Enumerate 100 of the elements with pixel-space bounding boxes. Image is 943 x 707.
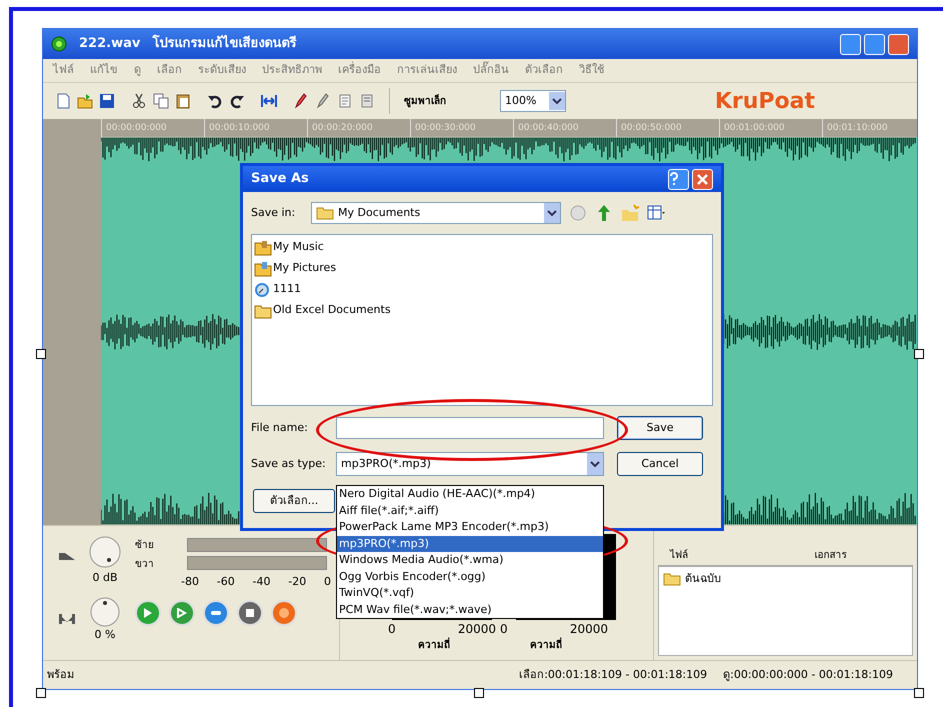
column-header[interactable]: ไฟล์: [658, 548, 748, 565]
file-item[interactable]: My Pictures: [273, 260, 336, 277]
menu-item[interactable]: ประสิทธิภาพ: [260, 62, 324, 79]
window-file-name: 222.wav: [79, 35, 140, 54]
meter-scale-label: -40: [252, 574, 270, 590]
status-view: ดู:00:00:00:000 - 00:01:18:109: [723, 666, 893, 683]
clipboard-icon: [175, 93, 191, 109]
channel-label: ซ้าย: [135, 538, 155, 553]
meter-scale-label: -80: [181, 574, 199, 590]
file-type-option[interactable]: mp3PRO(*.mp3): [337, 536, 603, 552]
file-item[interactable]: My Music: [273, 239, 324, 256]
menu-item[interactable]: เลือก: [155, 62, 184, 79]
channel-label: ขวา: [135, 558, 155, 572]
record-icon: [279, 608, 289, 618]
loop-icon: [211, 610, 221, 615]
folder-icon: [663, 572, 681, 586]
new-folder-icon: [621, 204, 639, 222]
question-mark-icon: [669, 172, 679, 186]
logo-text: KruPoat: [714, 88, 815, 116]
menu-item[interactable]: ไฟล์: [51, 62, 76, 79]
resize-handle[interactable]: [36, 349, 46, 359]
copy-icon: [153, 93, 169, 109]
folder-icon: [254, 302, 272, 318]
menu-item[interactable]: ระดับเสียง: [196, 62, 248, 79]
folder-icon: [254, 240, 272, 256]
scissors-icon: [131, 93, 147, 109]
menu-item[interactable]: แก้ไข: [88, 62, 120, 79]
stop-button[interactable]: [237, 600, 263, 626]
page-icon: [337, 93, 353, 109]
menu-item[interactable]: เครื่องมือ: [336, 62, 383, 79]
file-item[interactable]: 1111: [273, 281, 301, 298]
shortcut-icon: [254, 282, 272, 298]
close-button[interactable]: [888, 34, 909, 54]
document-icon: [55, 93, 71, 109]
file-type-option[interactable]: TwinVQ(*.vqf): [337, 585, 603, 602]
file-name-field[interactable]: [336, 417, 604, 439]
record-button[interactable]: [271, 600, 297, 626]
page-icon: [359, 93, 375, 109]
zoom-label: ซูมพาเล็ก: [404, 94, 447, 108]
file-type-option[interactable]: Windows Media Audio(*.wma): [337, 552, 603, 568]
gain-value: 0 dB: [92, 570, 118, 586]
file-type-dropdown[interactable]: mp3PRO(*.mp3): [336, 452, 604, 476]
resize-handle[interactable]: [474, 688, 484, 698]
meter-scale-label: 0: [324, 574, 331, 590]
save-in-label: Save in:: [251, 204, 296, 221]
menu-item[interactable]: วิธีใช้: [577, 62, 606, 79]
help-button[interactable]: [668, 168, 689, 190]
play-icon: [177, 608, 187, 618]
frequency-axis-label: ความถี่: [418, 638, 450, 653]
knob-icon: [87, 534, 123, 570]
status-text: พร้อม: [47, 666, 74, 683]
zoom-dropdown[interactable]: 100%: [500, 90, 566, 112]
frequency-tick: 20000: [456, 621, 496, 638]
close-button[interactable]: [692, 168, 713, 190]
options-button[interactable]: ตัวเลือก...: [253, 489, 335, 513]
dialog-title: Save As: [251, 170, 309, 188]
up-arrow-icon: [595, 204, 613, 222]
resize-handle[interactable]: [36, 688, 46, 698]
window-title: โปรแกรมแก้ไขเสียงดนตรี: [152, 34, 296, 54]
menu-item[interactable]: การเล่นเสียง: [395, 62, 459, 79]
resize-handle[interactable]: [914, 688, 924, 698]
file-item[interactable]: ต้นฉบับ: [685, 571, 721, 588]
resize-handle[interactable]: [914, 349, 924, 359]
cancel-button[interactable]: Cancel: [617, 452, 703, 476]
folder-icon: [77, 93, 93, 109]
file-item[interactable]: Old Excel Documents: [273, 302, 391, 319]
menu-item[interactable]: ตัวเลือก: [523, 62, 565, 79]
frequency-tick: 0: [388, 621, 397, 638]
loop-button[interactable]: [203, 600, 229, 626]
file-type-option[interactable]: PowerPack Lame MP3 Encoder(*.mp3): [337, 519, 603, 536]
meter-scale-label: -20: [288, 574, 306, 590]
redo-icon: [229, 93, 245, 109]
view-menu-icon: [647, 204, 665, 222]
arrows-icon: [261, 93, 277, 109]
field-label: Save as type:: [251, 456, 327, 472]
play-selection-button[interactable]: [169, 600, 195, 626]
file-type-option[interactable]: Nero Digital Audio (HE-AAC)(*.mp4): [337, 486, 603, 502]
speed-value: 0 %: [94, 626, 116, 642]
menu-item[interactable]: ปลั๊กอิน: [471, 62, 511, 79]
file-type-option[interactable]: Aiff file(*.aif;*.aiff): [337, 502, 603, 519]
meter-scale-label: -60: [216, 574, 235, 590]
save-in-dropdown[interactable]: My Documents: [311, 202, 561, 224]
pen-icon: [315, 93, 331, 109]
save-button[interactable]: Save: [617, 416, 703, 440]
volume-icon: [59, 550, 75, 560]
minimize-button[interactable]: [840, 34, 861, 54]
speed-icon: [59, 614, 75, 624]
back-icon: [569, 204, 587, 222]
frequency-tick: 20000: [568, 621, 608, 638]
close-icon: [697, 174, 708, 184]
frequency-axis-label: ความถี่: [530, 638, 562, 653]
file-type-option[interactable]: Ogg Vorbis Encoder(*.ogg): [337, 568, 603, 585]
stop-icon: [246, 608, 254, 617]
play-button[interactable]: [135, 600, 161, 626]
file-type-option[interactable]: PCM Wav file(*.wav;*.wave): [337, 602, 603, 618]
frequency-tick: 0: [500, 621, 509, 638]
column-header[interactable]: เอกสาร: [748, 548, 913, 565]
play-icon: [143, 608, 153, 618]
menu-item[interactable]: ดู: [132, 62, 143, 79]
maximize-button[interactable]: [864, 34, 885, 54]
